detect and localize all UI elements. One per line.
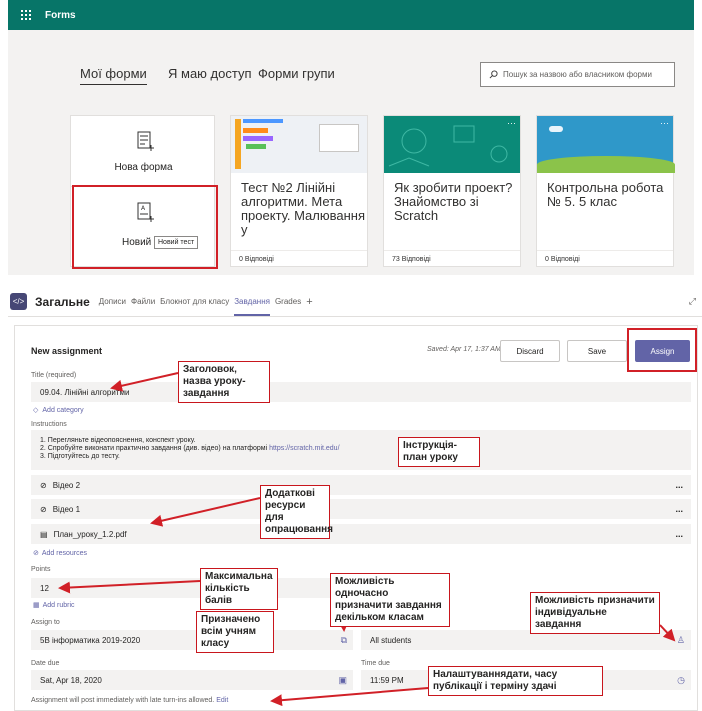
arrow-dates — [270, 687, 429, 707]
callout-all-students: Призначено всім учням класу — [196, 611, 274, 653]
arrow-individual — [659, 624, 676, 642]
callout-multiclass: Можливість одночасно призначити завдання… — [330, 573, 450, 627]
callout-individual: Можливість призначити індивідуальне завд… — [530, 592, 660, 634]
callout-title: Заголовок, назва уроку-завдання — [178, 361, 270, 403]
callout-instructions: Інструкція-план уроку — [398, 437, 480, 467]
arrow-resources — [150, 497, 261, 527]
callout-points: Максимальна кількість балів — [200, 568, 278, 610]
arrow-title — [110, 372, 179, 392]
callout-dates: Налаштуваннядати, часу публікації і терм… — [428, 666, 603, 696]
arrow-points — [58, 580, 201, 594]
callout-resources: Додаткові ресурси для опрацювання — [260, 485, 333, 539]
